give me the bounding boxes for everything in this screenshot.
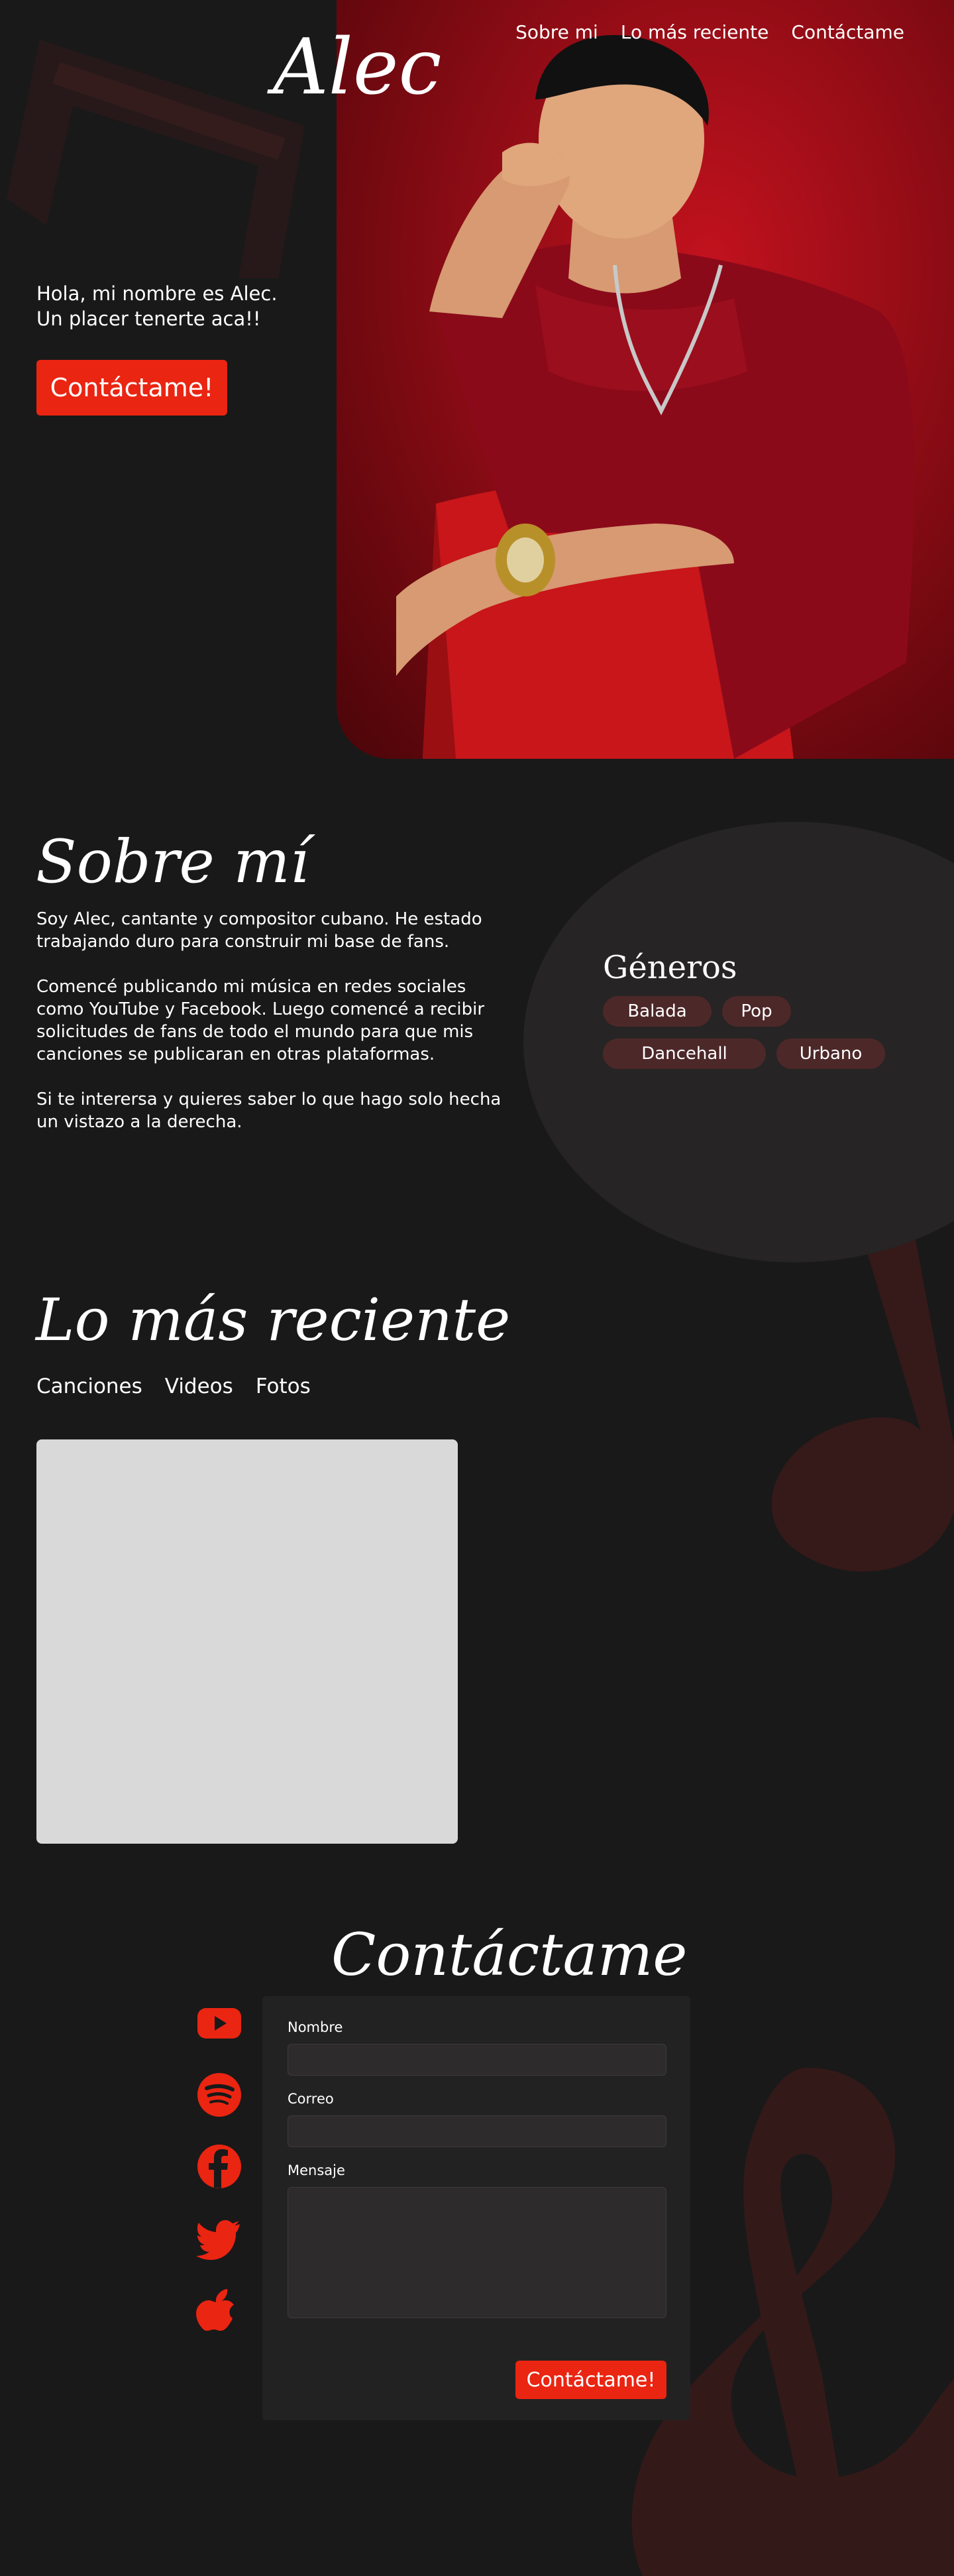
facebook-icon[interactable] — [196, 2143, 242, 2190]
email-label: Correo — [288, 2091, 334, 2107]
genre-pill-pop[interactable]: Pop — [722, 996, 791, 1027]
media-placeholder[interactable] — [36, 1439, 458, 1844]
hero-greeting-line-1: Hola, mi nombre es Alec. — [36, 282, 278, 305]
page: Alec Sobre mi Lo más reciente Contáctame… — [0, 0, 954, 2576]
youtube-icon[interactable] — [196, 2000, 242, 2046]
portrait-illustration — [396, 34, 914, 759]
contact-form: Nombre Correo Mensaje Contáctame! — [262, 1996, 690, 2420]
tab-videos[interactable]: Videos — [165, 1374, 233, 1398]
about-paragraph: Si te interersa y quieres saber lo que h… — [36, 1090, 502, 1132]
nav-link-contactame[interactable]: Contáctame — [791, 21, 904, 43]
genres-title: Géneros — [603, 949, 737, 986]
music-note-decoration-middle — [771, 1233, 954, 1572]
site-logo[interactable]: Alec — [273, 29, 442, 106]
hero-greeting: Hola, mi nombre es Alec. Un placer tener… — [36, 281, 278, 331]
about-paragraph: Soy Alec, cantante y compositor cubano. … — [36, 909, 482, 952]
message-field[interactable] — [288, 2187, 666, 2318]
about-title: Sobre mí — [36, 827, 309, 897]
hero-greeting-line-2: Un placer tenerte aca!! — [36, 308, 261, 330]
hero-contact-button[interactable]: Contáctame! — [36, 360, 227, 416]
tab-fotos[interactable]: Fotos — [256, 1374, 311, 1398]
contact-title: Contáctame — [331, 1921, 688, 1989]
spotify-icon[interactable] — [196, 2072, 242, 2118]
about-paragraph: Comencé publicando mi música en redes so… — [36, 977, 485, 1064]
twitter-icon[interactable] — [196, 2215, 242, 2261]
name-field[interactable] — [288, 2044, 666, 2076]
apple-icon[interactable] — [196, 2286, 242, 2333]
recent-tabs: Canciones Videos Fotos — [36, 1374, 311, 1398]
hero-portrait-photo — [337, 0, 954, 759]
message-label: Mensaje — [288, 2162, 345, 2178]
name-label: Nombre — [288, 2019, 343, 2035]
genre-pill-urbano[interactable]: Urbano — [776, 1038, 885, 1069]
about-body: Soy Alec, cantante y compositor cubano. … — [36, 908, 513, 1156]
nav-link-sobre-mi[interactable]: Sobre mi — [515, 21, 598, 43]
submit-button[interactable]: Contáctame! — [515, 2361, 666, 2399]
genre-pill-dancehall[interactable]: Dancehall — [603, 1038, 766, 1069]
email-field[interactable] — [288, 2115, 666, 2147]
main-nav: Sobre mi Lo más reciente Contáctame — [515, 21, 904, 43]
tab-canciones[interactable]: Canciones — [36, 1374, 142, 1398]
recent-title: Lo más reciente — [36, 1286, 511, 1354]
nav-link-lo-mas-reciente[interactable]: Lo más reciente — [621, 21, 769, 43]
genre-pill-balada[interactable]: Balada — [603, 996, 712, 1027]
